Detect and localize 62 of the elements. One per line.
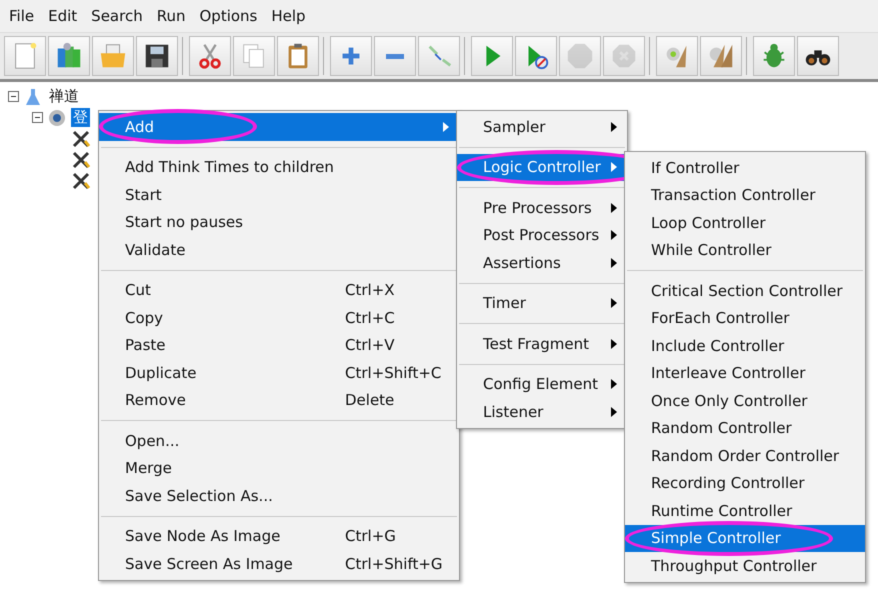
menu-bar-item[interactable]: Options: [192, 3, 264, 29]
shortcut-label: Ctrl+X: [345, 281, 396, 300]
menu-item[interactable]: Save Screen As Image Ctrl+Shift+G: [99, 550, 459, 578]
menu-item[interactable]: Start: [99, 181, 459, 208]
menu-item[interactable]: Add Think Times to children: [99, 154, 459, 181]
menu-item[interactable]: Post Processors: [457, 222, 627, 249]
menu-item[interactable]: Add: [99, 113, 459, 140]
shortcut-label: Ctrl+Shift+C: [345, 364, 442, 382]
menu-item[interactable]: Validate: [99, 236, 459, 264]
menu-item[interactable]: Throughput Controller: [625, 552, 865, 580]
menu-item[interactable]: Timer: [457, 290, 627, 317]
menu-item[interactable]: Random Order Controller: [625, 442, 865, 470]
menu-item[interactable]: Interleave Controller: [625, 360, 865, 387]
tree-node[interactable]: 登: [71, 108, 90, 127]
menu-item[interactable]: Listener: [457, 398, 627, 426]
menu-item[interactable]: Paste Ctrl+V: [99, 332, 459, 359]
menu-item[interactable]: ForEach Controller: [625, 304, 865, 332]
menu-bar-item[interactable]: Edit: [41, 3, 84, 29]
shortcut-label: Ctrl+G: [345, 527, 397, 546]
menu-bar-item[interactable]: Search: [84, 3, 150, 29]
tools-icon: [71, 170, 91, 190]
menu-item[interactable]: Test Fragment: [457, 330, 627, 358]
menu-bar-item[interactable]: Help: [264, 3, 313, 29]
menu-item[interactable]: If Controller: [625, 154, 865, 182]
menu-item[interactable]: Once Only Controller: [625, 387, 865, 414]
menu-item[interactable]: While Controller: [625, 236, 865, 264]
shortcut-label: Ctrl+Shift+G: [345, 554, 444, 573]
shortcut-label: Ctrl+V: [345, 336, 396, 354]
toolbar-button[interactable]: [797, 36, 839, 76]
menu-item[interactable]: Start no pauses: [99, 208, 459, 236]
menu-item[interactable]: Sampler: [457, 113, 627, 140]
menu-item[interactable]: Open...: [99, 427, 459, 454]
menu-item[interactable]: Include Controller: [625, 332, 865, 360]
tree-toggle-icon[interactable]: [8, 91, 19, 102]
menu-item[interactable]: Save Node As Image Ctrl+G: [99, 522, 459, 550]
menu-item[interactable]: Loop Controller: [625, 209, 865, 236]
tools-icon: [71, 128, 91, 148]
menu-item[interactable]: Assertions: [457, 249, 627, 276]
menu-bar-item[interactable]: Run: [150, 3, 192, 29]
stop-sign-icon: [565, 41, 595, 71]
tree-node[interactable]: 禅道: [47, 87, 81, 106]
toolbar-button[interactable]: [136, 36, 178, 76]
menu-bar-item[interactable]: File: [2, 3, 42, 29]
menu-item[interactable]: Merge: [99, 454, 459, 482]
menu-item[interactable]: Cut Ctrl+X: [99, 276, 459, 304]
menu-item[interactable]: Recording Controller: [625, 470, 865, 497]
menu-item[interactable]: Runtime Controller: [625, 497, 865, 524]
menu-item[interactable]: Pre Processors: [457, 194, 627, 222]
menu-item[interactable]: Save Selection As...: [99, 482, 459, 510]
menu-item[interactable]: Random Controller: [625, 414, 865, 442]
menu-item[interactable]: Duplicate Ctrl+Shift+C: [99, 359, 459, 386]
tree-toggle-icon[interactable]: [32, 112, 43, 123]
menu-item[interactable]: Remove Delete: [99, 386, 459, 414]
shortcut-label: Ctrl+C: [345, 308, 396, 327]
tools-icon: [71, 150, 91, 170]
flask-icon: [23, 86, 43, 106]
minus-icon: [384, 52, 406, 60]
menu-item[interactable]: Transaction Controller: [625, 182, 865, 209]
menu-item[interactable]: Critical Section Controller: [625, 277, 865, 304]
shortcut-label: Delete: [345, 391, 396, 410]
menu-item[interactable]: Copy Ctrl+C: [99, 304, 459, 332]
menu-item[interactable]: Config Element: [457, 370, 627, 398]
